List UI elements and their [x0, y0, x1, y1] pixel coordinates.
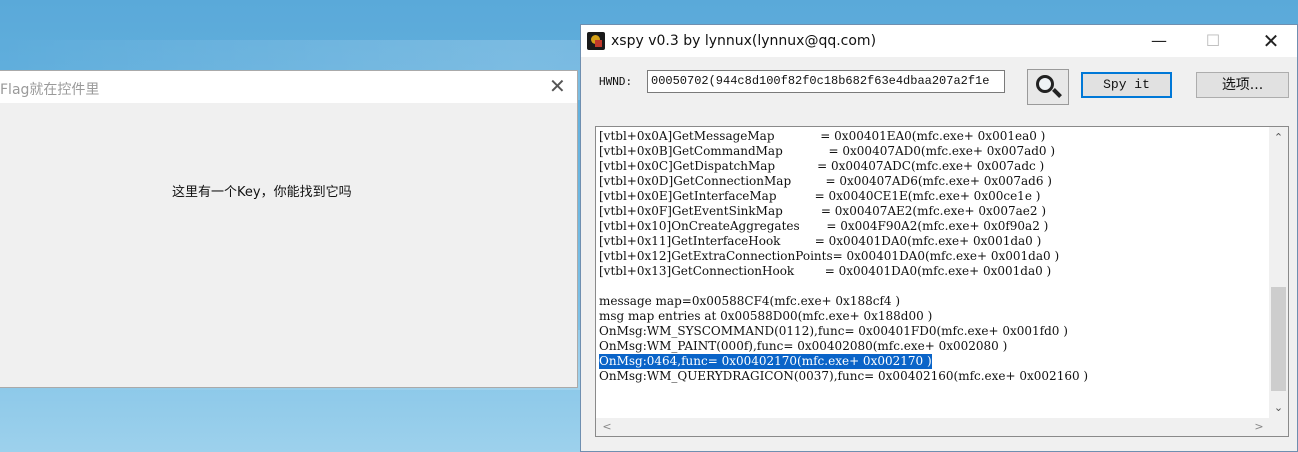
output-line-text: [vtbl+0x0D]GetConnectionMap = 0x00407AD6… [599, 174, 1052, 188]
output-line-text: [vtbl+0x0F]GetEventSinkMap = 0x00407AE2(… [599, 204, 1047, 218]
hwnd-input[interactable]: 00050702(944c8d100f82f0c18b682f63e4dbaa2… [647, 70, 1005, 93]
maximize-icon[interactable]: ☐ [1193, 29, 1233, 53]
output-line-text: OnMsg:WM_PAINT(000f),func= 0x00402080(mf… [599, 339, 1008, 353]
output-line[interactable]: [vtbl+0x10]OnCreateAggregates = 0x004F90… [599, 219, 1267, 234]
output-line-text: [vtbl+0x0A]GetMessageMap = 0x00401EA0(mf… [599, 129, 1046, 143]
xspy-app-icon [587, 32, 605, 50]
xspy-window: xspy v0.3 by lynnux(lynnux@qq.com) — ☐ ✕… [580, 24, 1298, 452]
magnifier-handle-icon [1052, 88, 1062, 98]
flag-window-titlebar[interactable]: Flag就在控件里 ✕ [0, 71, 577, 103]
xspy-title: xspy v0.3 by lynnux(lynnux@qq.com) [611, 33, 877, 49]
xspy-titlebar[interactable]: xspy v0.3 by lynnux(lynnux@qq.com) — ☐ ✕ [581, 25, 1297, 57]
output-line-text: [vtbl+0x0C]GetDispatchMap = 0x00407ADC(m… [599, 159, 1045, 173]
output-line[interactable]: OnMsg:WM_PAINT(000f),func= 0x00402080(mf… [599, 339, 1267, 354]
output-line[interactable]: OnMsg:WM_SYSCOMMAND(0112),func= 0x00401F… [599, 324, 1267, 339]
scroll-left-icon[interactable]: < [598, 418, 616, 436]
output-line[interactable]: [vtbl+0x13]GetConnectionHook = 0x00401DA… [599, 264, 1267, 279]
output-line[interactable]: OnMsg:WM_QUERYDRAGICON(0037),func= 0x004… [599, 369, 1267, 384]
output-line[interactable]: [vtbl+0x0E]GetInterfaceMap = 0x0040CE1E(… [599, 189, 1267, 204]
flag-window: Flag就在控件里 ✕ 这里有一个Key，你能找到它吗 [0, 70, 578, 388]
output-line-selected-text: OnMsg:0464,func= 0x00402170(mfc.exe+ 0x0… [599, 354, 932, 369]
output-line-text: [vtbl+0x0E]GetInterfaceMap = 0x0040CE1E(… [599, 189, 1041, 203]
horizontal-scrollbar[interactable]: < > [596, 418, 1270, 436]
output-line-text: message map=0x00588CF4(mfc.exe+ 0x188cf4… [599, 294, 901, 308]
output-line-text: [vtbl+0x10]OnCreateAggregates = 0x004F90… [599, 219, 1049, 233]
output-line-text: [vtbl+0x12]GetExtraConnectionPoints= 0x0… [599, 249, 1060, 263]
output-line[interactable]: [vtbl+0x0F]GetEventSinkMap = 0x00407AE2(… [599, 204, 1267, 219]
output-line[interactable]: [vtbl+0x0B]GetCommandMap = 0x00407AD0(mf… [599, 144, 1267, 159]
output-line[interactable]: [vtbl+0x0D]GetConnectionMap = 0x00407AD6… [599, 174, 1267, 189]
output-line[interactable]: OnMsg:0464,func= 0x00402170(mfc.exe+ 0x0… [599, 354, 1267, 369]
output-line-text: OnMsg:WM_QUERYDRAGICON(0037),func= 0x004… [599, 369, 1089, 383]
flag-window-title: Flag就在控件里 [0, 82, 100, 98]
output-line[interactable]: message map=0x00588CF4(mfc.exe+ 0x188cf4… [599, 294, 1267, 309]
flag-window-message: 这里有一个Key，你能找到它吗 [172, 185, 352, 200]
flag-window-close-icon[interactable]: ✕ [549, 76, 566, 96]
output-line-text: [vtbl+0x13]GetConnectionHook = 0x00401DA… [599, 264, 1052, 278]
output-line[interactable]: [vtbl+0x11]GetInterfaceHook = 0x00401DA0… [599, 234, 1267, 249]
spy-target-magnifier-icon[interactable] [1027, 69, 1069, 105]
output-line[interactable]: [vtbl+0x0A]GetMessageMap = 0x00401EA0(mf… [599, 129, 1267, 144]
scroll-up-icon[interactable]: ⌃ [1269, 129, 1288, 147]
output-line-text: OnMsg:WM_SYSCOMMAND(0112),func= 0x00401F… [599, 324, 1068, 338]
options-button[interactable]: 选项... [1196, 72, 1289, 98]
close-icon[interactable]: ✕ [1251, 29, 1291, 53]
scrollbar-corner [1269, 418, 1288, 436]
output-textbox[interactable]: [vtbl+0x0A]GetMessageMap = 0x00401EA0(mf… [595, 126, 1289, 437]
output-line[interactable] [599, 279, 1267, 294]
vertical-scrollbar[interactable]: ⌃ ⌄ [1269, 127, 1288, 419]
output-text[interactable]: [vtbl+0x0A]GetMessageMap = 0x00401EA0(mf… [599, 129, 1267, 419]
scroll-down-icon[interactable]: ⌄ [1269, 399, 1288, 417]
output-line-text: [vtbl+0x0B]GetCommandMap = 0x00407AD0(mf… [599, 144, 1056, 158]
hwnd-label: HWND: [599, 75, 633, 88]
output-line[interactable]: [vtbl+0x12]GetExtraConnectionPoints= 0x0… [599, 249, 1267, 264]
output-line[interactable]: msg map entries at 0x00588D00(mfc.exe+ 0… [599, 309, 1267, 324]
output-line-text: msg map entries at 0x00588D00(mfc.exe+ 0… [599, 309, 933, 323]
scroll-right-icon[interactable]: > [1250, 418, 1268, 436]
minimize-icon[interactable]: — [1139, 29, 1179, 53]
spy-it-button[interactable]: Spy it [1081, 72, 1172, 98]
vertical-scroll-thumb[interactable] [1271, 287, 1286, 391]
output-line[interactable]: [vtbl+0x0C]GetDispatchMap = 0x00407ADC(m… [599, 159, 1267, 174]
output-line-text: [vtbl+0x11]GetInterfaceHook = 0x00401DA0… [599, 234, 1042, 248]
